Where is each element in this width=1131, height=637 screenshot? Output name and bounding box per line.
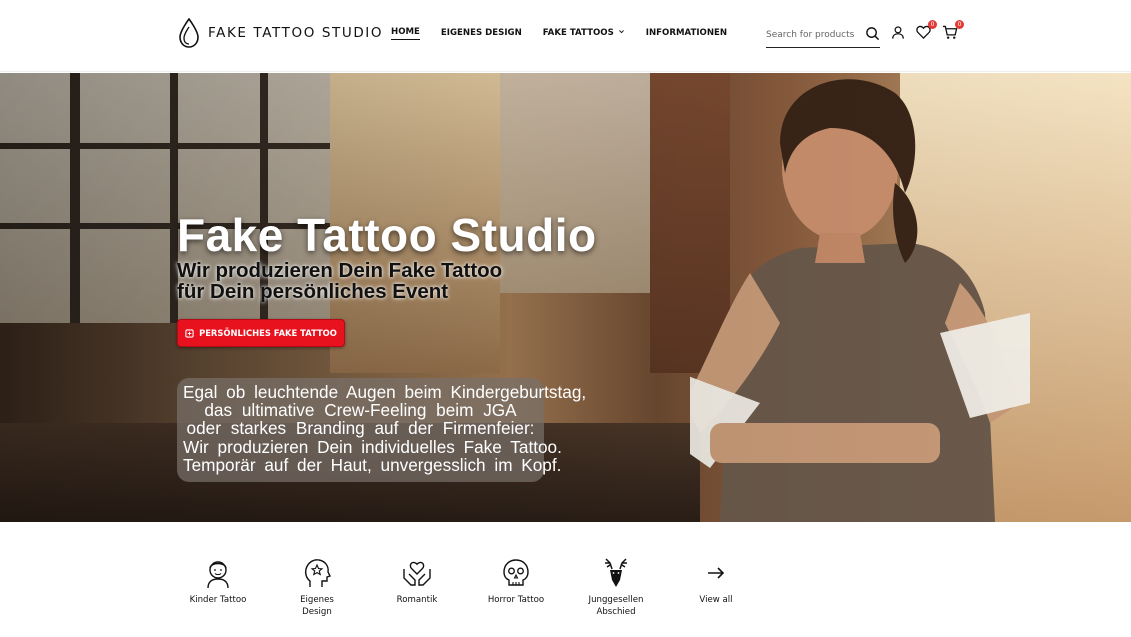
search-bar	[766, 22, 880, 48]
category-eigenes-design[interactable]: Eigenes Design	[272, 555, 362, 618]
hero-subtitle-line: für Dein persönliches Event	[177, 280, 449, 303]
child-face-icon	[200, 555, 236, 591]
hero-text-box: Egal ob leuchtende Augen beim Kindergebu…	[177, 378, 587, 482]
nav-fake-tattoos-label: FAKE TATTOOS	[542, 27, 614, 38]
deer-antlers-icon	[598, 555, 634, 591]
category-label: Junggesellen Abschied	[588, 595, 644, 617]
category-label: Kinder Tattoo	[189, 595, 247, 605]
category-label: Eigenes Design	[300, 595, 334, 617]
category-label: Romantik	[396, 595, 438, 605]
main-nav: HOME EIGENES DESIGN FAKE TATTOOS INFORMA…	[391, 27, 748, 40]
hero-subtitle: Wir produzieren Dein Fake Tattoo für Dei…	[177, 260, 502, 302]
category-horror-tattoo[interactable]: Horror Tattoo	[471, 555, 561, 607]
personal-tattoo-button-label: PERSÖNLICHES FAKE TATTOO	[199, 328, 337, 338]
logo-text: FAKE TATTOO STUDIO	[208, 25, 384, 41]
cart-badge: 0	[955, 20, 964, 29]
nav-home[interactable]: HOME	[391, 27, 420, 40]
chevron-down-icon	[618, 28, 625, 38]
logo[interactable]: FAKE TATTOO STUDIO	[178, 18, 383, 48]
category-view-all[interactable]: View all	[671, 555, 761, 607]
category-romantik[interactable]: Romantik	[372, 555, 462, 607]
hero-text-line: Egal ob leuchtende Augen beim Kindergebu…	[183, 382, 587, 402]
nav-eigenes-design[interactable]: EIGENES DESIGN	[441, 28, 522, 40]
personal-tattoo-button[interactable]: PERSÖNLICHES FAKE TATTOO	[177, 319, 345, 347]
arrow-right-icon	[698, 555, 734, 591]
hero-text-line: oder starkes Branding auf der Firmenfeie…	[186, 418, 535, 439]
search-input[interactable]	[766, 29, 858, 40]
category-label: View all	[699, 595, 733, 605]
site-header: FAKE TATTOO STUDIO HOME EIGENES DESIGN F…	[0, 0, 1131, 72]
category-strip: Kinder Tattoo Eigenes Design Romantik Ho…	[0, 522, 1131, 637]
hands-heart-icon	[399, 555, 435, 591]
hero-banner: Fake Tattoo Studio Wir produzieren Dein …	[0, 73, 1131, 522]
category-junggesellen-abschied[interactable]: Junggesellen Abschied	[571, 555, 661, 618]
wishlist-badge: 0	[928, 20, 937, 29]
user-icon[interactable]	[891, 25, 905, 45]
head-star-icon	[299, 555, 335, 591]
skull-icon	[498, 555, 534, 591]
hero-text-line: Temporär auf der Haut, unvergesslich im …	[183, 454, 562, 475]
hero-text-line: das ultimative Crew-Feeling beim JGA	[204, 400, 517, 421]
drop-logo-icon	[179, 18, 199, 48]
category-label: Horror Tattoo	[487, 595, 545, 605]
hero-text-line: Wir produzieren Dein individuelles Fake …	[183, 436, 562, 457]
edit-square-icon	[185, 328, 194, 338]
nav-informationen[interactable]: INFORMATIONEN	[646, 28, 727, 40]
hero-overlay	[0, 73, 1131, 522]
hero-subtitle-line: Wir produzieren Dein Fake Tattoo	[177, 259, 503, 282]
hero-title: Fake Tattoo Studio	[177, 209, 597, 261]
cart-icon[interactable]: 0	[942, 20, 964, 45]
category-kinder-tattoo[interactable]: Kinder Tattoo	[173, 555, 263, 607]
wishlist-icon[interactable]: 0	[916, 20, 937, 44]
nav-fake-tattoos[interactable]: FAKE TATTOOS	[543, 28, 625, 40]
search-icon[interactable]	[865, 26, 880, 46]
